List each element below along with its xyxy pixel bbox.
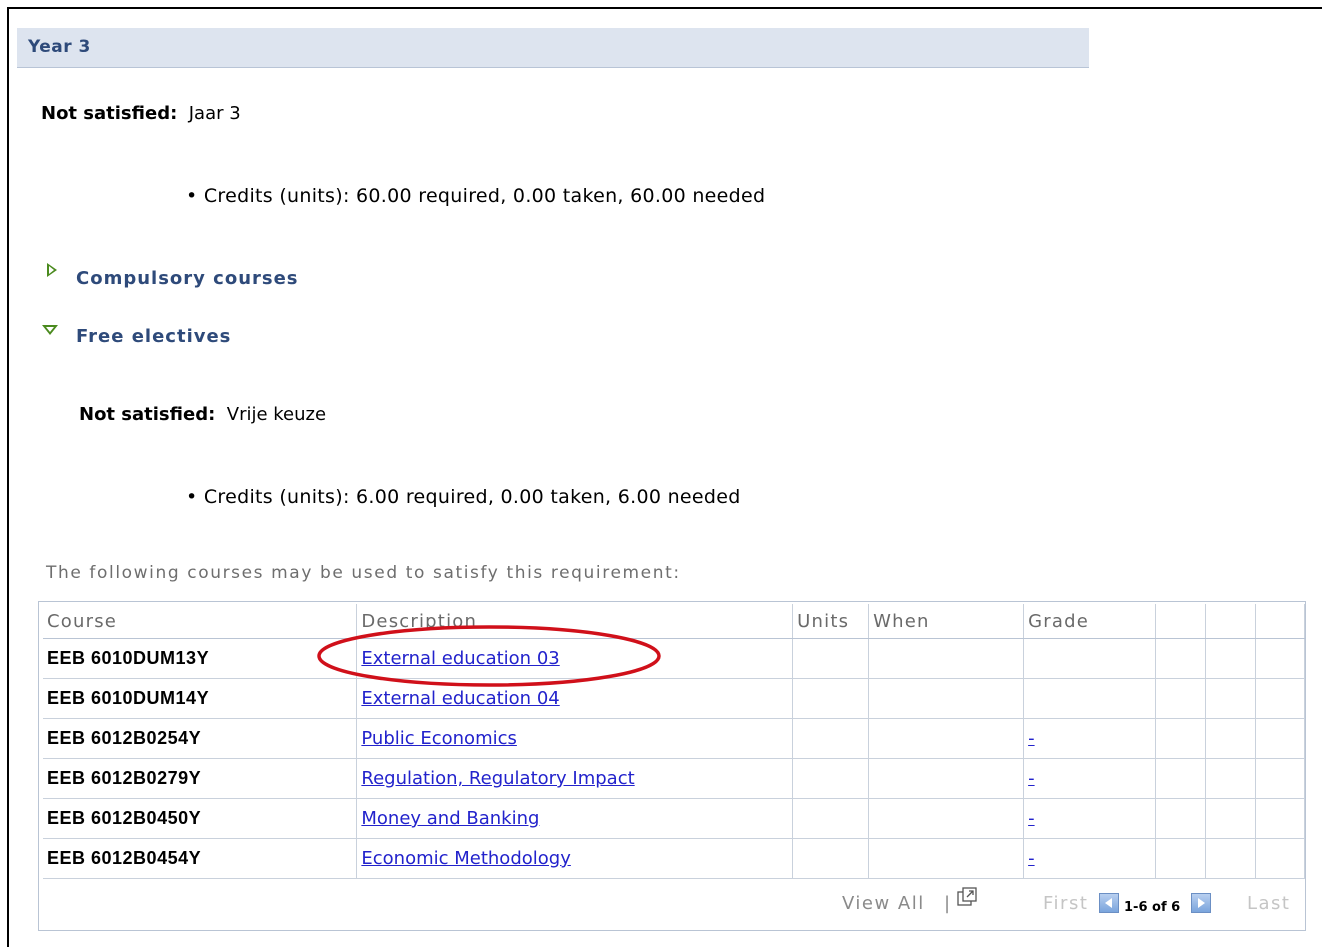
table-row: EEB 6010DUM13Y External education 03: [43, 638, 1306, 679]
course-description-link[interactable]: Regulation, Regulatory Impact: [361, 768, 634, 789]
credits-text: Credits (units): 60.00 required, 0.00 ta…: [203, 185, 766, 207]
column-when: When: [868, 604, 1025, 639]
triangle-down-icon[interactable]: [42, 325, 58, 335]
electives-credits-summary: • Credits (units): 6.00 required, 0.00 t…: [186, 486, 741, 508]
column-extra-2: [1205, 604, 1256, 639]
course-code: EEB 6010DUM13Y: [43, 638, 358, 679]
first-page-link[interactable]: First: [1043, 893, 1088, 914]
table-row: EEB 6012B0279Y Regulation, Regulatory Im…: [43, 758, 1306, 799]
grade-link[interactable]: -: [1028, 848, 1035, 869]
course-description-link[interactable]: Money and Banking: [361, 808, 539, 829]
table-row: EEB 6010DUM14Y External education 04: [43, 678, 1306, 719]
column-description: Description: [356, 604, 794, 639]
grade-link[interactable]: -: [1028, 808, 1035, 829]
year-title: Year 3: [28, 37, 91, 57]
free-electives-toggle[interactable]: Free electives: [76, 326, 231, 347]
triangle-right-icon[interactable]: [47, 263, 57, 277]
course-code: EEB 6012B0450Y: [43, 798, 358, 839]
requirement-name: Jaar 3: [188, 103, 241, 124]
table-row: EEB 6012B0254Y Public Economics -: [43, 718, 1306, 759]
course-description-link[interactable]: Economic Methodology: [361, 848, 570, 869]
grade-link[interactable]: -: [1028, 768, 1035, 789]
column-units: Units: [792, 604, 870, 639]
course-description-link[interactable]: External education 04: [361, 688, 559, 709]
arrow-right-icon[interactable]: [1191, 893, 1211, 913]
course-code: EEB 6010DUM14Y: [43, 678, 358, 719]
column-extra-1: [1155, 604, 1207, 639]
page-range: 1-6 of 6: [1124, 900, 1181, 915]
courses-hint: The following courses may be used to sat…: [46, 563, 681, 583]
table-row: EEB 6012B0454Y Economic Methodology -: [43, 838, 1306, 879]
view-all-link[interactable]: View All: [842, 893, 925, 914]
column-course: Course: [43, 604, 358, 639]
grade-link[interactable]: -: [1028, 728, 1035, 749]
course-table: Course Description Units When Grade EEB …: [43, 604, 1306, 879]
year-header: Year 3: [17, 28, 1089, 68]
electives-name: Vrije keuze: [226, 404, 327, 425]
arrow-left-icon[interactable]: [1099, 893, 1119, 913]
last-page-link[interactable]: Last: [1247, 893, 1291, 914]
electives-status: Not satisfied: Vrije keuze: [79, 404, 326, 425]
status-label: Not satisfied:: [79, 404, 216, 425]
footer-separator: |: [944, 893, 952, 914]
requirement-status: Not satisfied: Jaar 3: [41, 103, 241, 124]
table-header-row: Course Description Units When Grade: [43, 604, 1306, 639]
status-label: Not satisfied:: [41, 103, 178, 124]
electives-credits-text: Credits (units): 6.00 required, 0.00 tak…: [203, 486, 741, 508]
popout-window-icon[interactable]: [957, 887, 977, 907]
compulsory-courses-toggle[interactable]: Compulsory courses: [76, 268, 299, 289]
course-grid: Course Description Units When Grade EEB …: [38, 601, 1306, 931]
course-code: EEB 6012B0279Y: [43, 758, 358, 799]
course-description-link[interactable]: External education 03: [361, 648, 559, 669]
course-code: EEB 6012B0454Y: [43, 838, 358, 879]
course-description-link[interactable]: Public Economics: [361, 728, 517, 749]
column-extra-3: [1255, 604, 1306, 639]
credits-summary: • Credits (units): 60.00 required, 0.00 …: [186, 185, 766, 207]
course-code: EEB 6012B0254Y: [43, 718, 358, 759]
table-row: EEB 6012B0450Y Money and Banking -: [43, 798, 1306, 839]
column-grade: Grade: [1023, 604, 1157, 639]
